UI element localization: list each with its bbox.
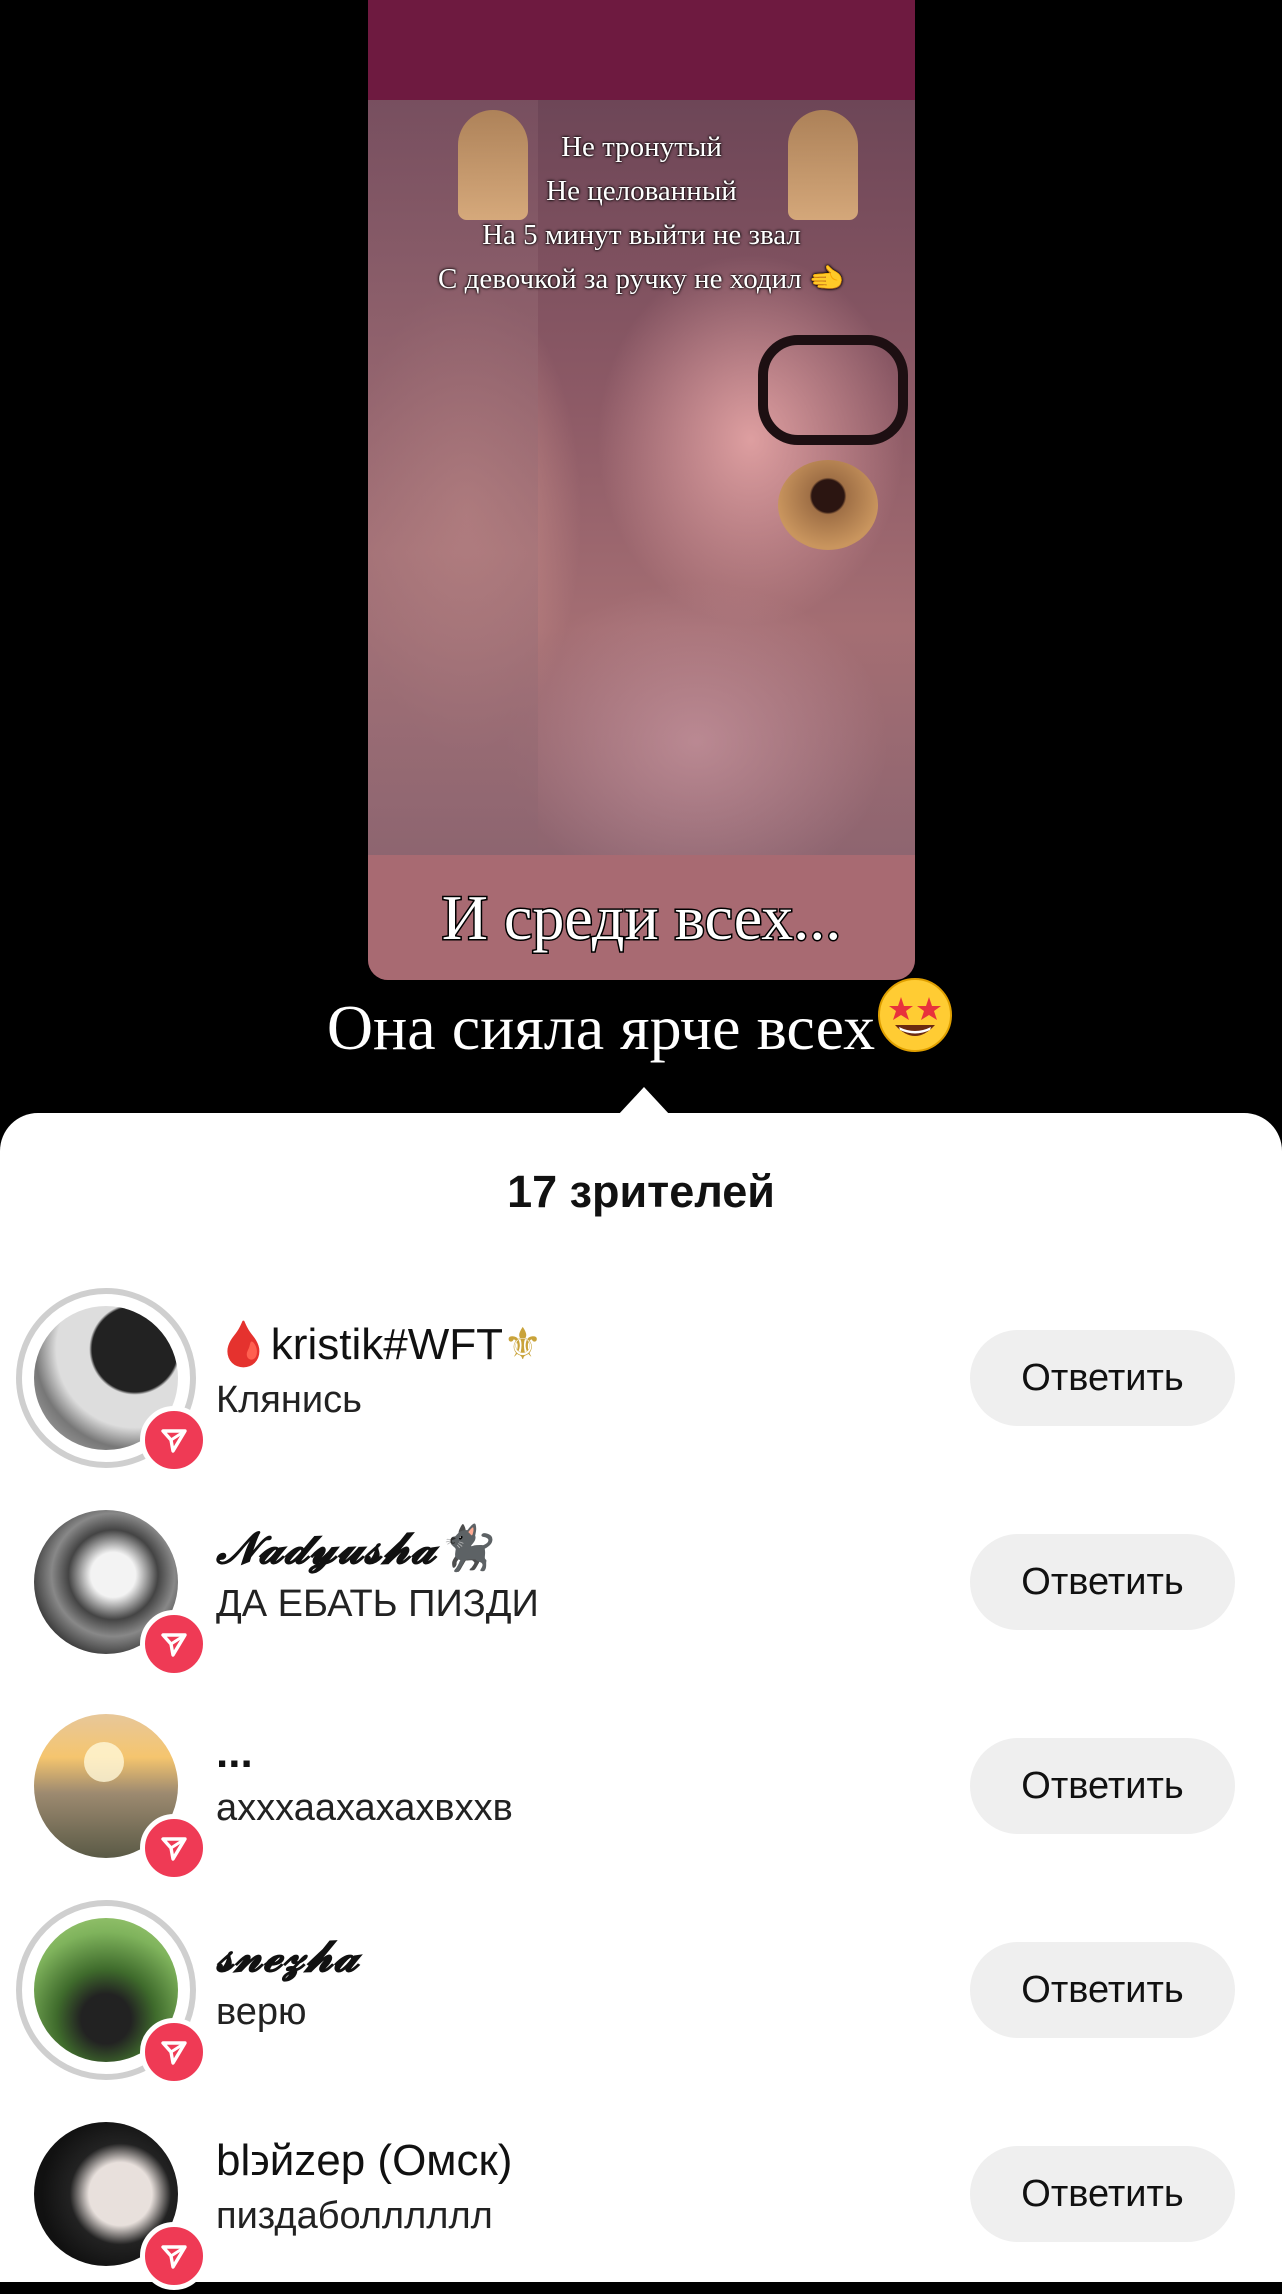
viewer-row[interactable]: 🩸kristik#WFT⚜ Клянись Ответить — [0, 1288, 1282, 1478]
lyric-line: Не целованный — [546, 175, 737, 207]
viewer-row[interactable]: 𝓝𝓪𝓭𝔂𝓾𝓼𝓱𝓪🐈‍⬛ ДА ЕБАТЬ ПИЗДИ Ответить — [0, 1492, 1282, 1682]
viewer-name-text: 𝓝𝓪𝓭𝔂𝓾𝓼𝓱𝓪 — [216, 1523, 437, 1574]
viewers-count-title: 17 зрителей — [507, 1166, 775, 1217]
story-top-band — [368, 0, 915, 100]
viewer-comment: ахххаахахахвхxв — [216, 1787, 513, 1829]
blood-drop-icon: 🩸 — [216, 1320, 271, 1369]
send-arrow-icon — [161, 2041, 187, 2065]
viewer-name[interactable]: 𝓼𝓷𝓮𝔃𝓱𝓪 — [216, 1930, 359, 1984]
viewer-name-text: kristik#WFT — [270, 1320, 503, 1369]
viewer-name[interactable]: ... — [216, 1726, 253, 1780]
avatar[interactable] — [16, 1696, 208, 1882]
send-arrow-icon — [161, 1633, 187, 1657]
avatar[interactable] — [16, 2104, 208, 2290]
reaction-badge — [140, 1814, 208, 1882]
reply-button[interactable]: Ответить — [970, 2146, 1235, 2242]
lyric-line: На 5 минут выйти не звал — [482, 219, 801, 251]
sheet-pointer — [618, 1087, 670, 1115]
lyric-line: Не тронутый — [561, 131, 722, 163]
reply-button[interactable]: Ответить — [970, 1330, 1235, 1426]
reaction-badge — [140, 1610, 208, 1678]
viewer-row[interactable]: ... ахххаахахахвхxв Ответить — [0, 1696, 1282, 1886]
reaction-badge — [140, 2018, 208, 2086]
story-caption-primary: И среди всех... — [440, 881, 843, 955]
viewer-comment: ДА ЕБАТЬ ПИЗДИ — [216, 1583, 539, 1625]
fleur-de-lis-icon: ⚜ — [502, 1320, 543, 1369]
story-caption-text: Она сияла ярче всех — [326, 992, 876, 1063]
lyric-line: С девочкой за ручку не ходил 🫲 — [438, 263, 845, 295]
viewer-name[interactable]: 𝓝𝓪𝓭𝔂𝓾𝓼𝓱𝓪🐈‍⬛ — [216, 1522, 491, 1576]
story-lyrics: Не тронутый Не целованный На 5 минут вый… — [368, 125, 915, 301]
reply-button[interactable]: Ответить — [970, 1942, 1235, 2038]
send-arrow-icon — [161, 1429, 187, 1453]
viewer-row[interactable]: bl϶йzep (Омск) пиздаболллллл Ответить — [0, 2104, 1282, 2294]
viewer-name-text: ... — [216, 1728, 253, 1777]
star-struck-emoji-icon — [878, 978, 953, 1052]
glasses-filter — [758, 335, 908, 445]
avatar[interactable] — [16, 1492, 208, 1678]
viewer-name[interactable]: bl϶йzep (Омск) — [216, 2134, 512, 2188]
reply-button[interactable]: Ответить — [970, 1534, 1235, 1630]
viewer-comment: Клянись — [216, 1379, 362, 1421]
viewer-name-text: bl϶йzep (Омск) — [216, 2136, 513, 2185]
viewer-name-text: 𝓼𝓷𝓮𝔃𝓱𝓪 — [216, 1931, 359, 1982]
viewer-row[interactable]: 𝓼𝓷𝓮𝔃𝓱𝓪 верю Ответить — [0, 1900, 1282, 2090]
viewer-name[interactable]: 🩸kristik#WFT⚜ — [216, 1318, 542, 1372]
reply-button[interactable]: Ответить — [970, 1738, 1235, 1834]
story-caption-secondary: Она сияла ярче всех — [0, 975, 1282, 1068]
story-frame: Не тронутый Не целованный На 5 минут вый… — [368, 0, 915, 980]
reaction-badge — [140, 2222, 208, 2290]
viewer-comment: пиздаболллллл — [216, 2195, 493, 2237]
send-arrow-icon — [161, 1837, 187, 1861]
avatar[interactable] — [16, 1288, 208, 1474]
viewer-comment: верю — [216, 1991, 307, 2033]
reaction-badge — [140, 1406, 208, 1474]
dog-nose-filter — [778, 460, 878, 550]
black-cat-icon: 🐈‍⬛ — [436, 1523, 492, 1574]
avatar[interactable] — [16, 1900, 208, 2086]
send-arrow-icon — [161, 2245, 187, 2269]
